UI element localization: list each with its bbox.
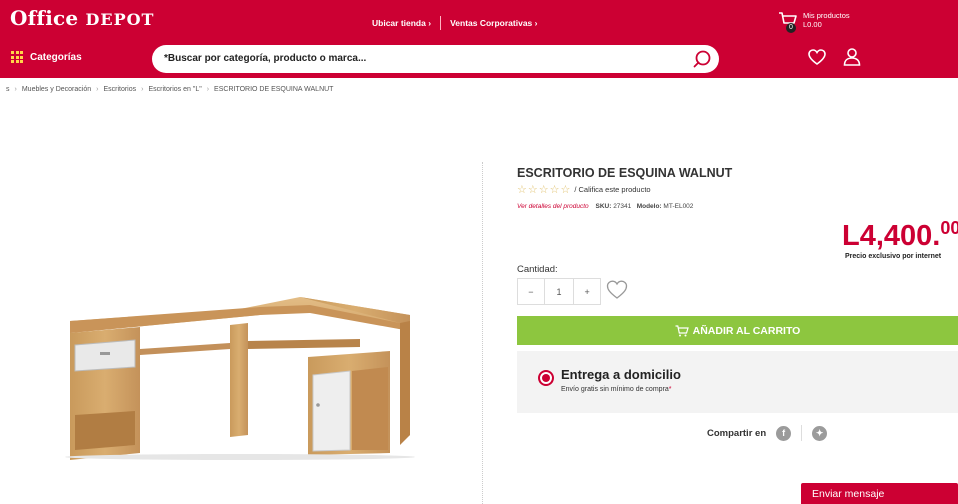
cart-icon (675, 324, 689, 336)
add-to-cart-label: AÑADIR AL CARRITO (692, 324, 801, 337)
facebook-icon[interactable]: f (776, 425, 792, 441)
quantity-increase-button[interactable]: + (574, 279, 600, 304)
search-icon[interactable] (692, 49, 712, 69)
model-value: MT-EL002 (663, 203, 694, 210)
delivery-subtitle: Envío gratis sin mínimo de compra* (561, 386, 672, 393)
quantity-decrease-button[interactable]: − (518, 279, 544, 304)
breadcrumb-item[interactable]: Escritorios (103, 86, 136, 93)
product-price: L4,400.00 (842, 218, 958, 252)
share-row: Compartir en f ✦ (707, 425, 828, 441)
rate-product-link[interactable]: / Califica este producto (574, 185, 650, 194)
breadcrumb-item[interactable]: Escritorios en "L" (148, 86, 201, 93)
search-placeholder: *Buscar por categoría, producto o marca.… (164, 53, 367, 64)
breadcrumb-item[interactable]: s (6, 86, 10, 93)
cart-total: L0.00 (803, 20, 822, 29)
product-title: ESCRITORIO DE ESQUINA WALNUT (517, 166, 733, 180)
breadcrumb: s › Muebles y Decoración › Escritorios › Escri… (6, 86, 334, 93)
breadcrumb-current: ESCRITORIO DE ESQUINA WALNUT (214, 86, 334, 93)
cart-summary[interactable]: Mis productos L0.00 (803, 11, 850, 29)
store-locator-link[interactable]: Ubicar tienda › (372, 18, 431, 28)
product-image[interactable] (60, 285, 420, 460)
delivery-option-box[interactable] (517, 351, 958, 413)
cart-count-badge: 0 (786, 23, 796, 33)
share-label: Compartir en (707, 427, 767, 439)
corporate-sales-link[interactable]: Ventas Corporativas › (450, 18, 537, 28)
search-input[interactable]: *Buscar por categoría, producto o marca.… (152, 45, 719, 73)
twitter-icon[interactable]: ✦ (812, 425, 828, 441)
price-note: Precio exclusivo por internet (845, 253, 942, 260)
categories-button[interactable]: Categorías (11, 51, 82, 63)
model-label: Modelo: (636, 203, 662, 210)
quantity-stepper: − 1 + (517, 278, 601, 305)
share-divider (801, 425, 803, 441)
cart-title: Mis productos (803, 11, 850, 20)
heart-icon[interactable] (808, 49, 826, 66)
grid-menu-icon (11, 51, 23, 63)
sku-value: 27341 (613, 203, 632, 210)
sku-label: SKU: (595, 203, 612, 210)
delivery-title: Entrega a domicilio (561, 367, 681, 382)
product-details-link[interactable]: Ver detalles del producto (517, 203, 589, 210)
top-links: Ubicar tienda › Ventas Corporativas › (372, 16, 538, 30)
quantity-input[interactable]: 1 (543, 279, 575, 304)
add-to-cart-button[interactable]: AÑADIR AL CARRITO (517, 316, 958, 345)
office-depot-logo[interactable]: Office DEPOT (10, 6, 154, 30)
delivery-radio[interactable] (538, 370, 554, 386)
user-icon[interactable] (843, 47, 861, 67)
product-meta: Ver detalles del producto SKU: 27341 Mod… (517, 203, 693, 210)
categories-label: Categorías (30, 51, 82, 63)
breadcrumb-item[interactable]: Muebles y Decoración (22, 86, 91, 93)
column-divider (482, 162, 483, 504)
rating-stars[interactable]: ☆☆☆☆☆ (517, 183, 571, 196)
quantity-label: Cantidad: (517, 264, 558, 275)
wishlist-heart-icon[interactable] (606, 280, 628, 300)
top-links-divider (440, 16, 442, 30)
rating-row: ☆☆☆☆☆ / Califica este producto (517, 183, 651, 196)
send-message-button[interactable]: Enviar mensaje (801, 483, 958, 504)
